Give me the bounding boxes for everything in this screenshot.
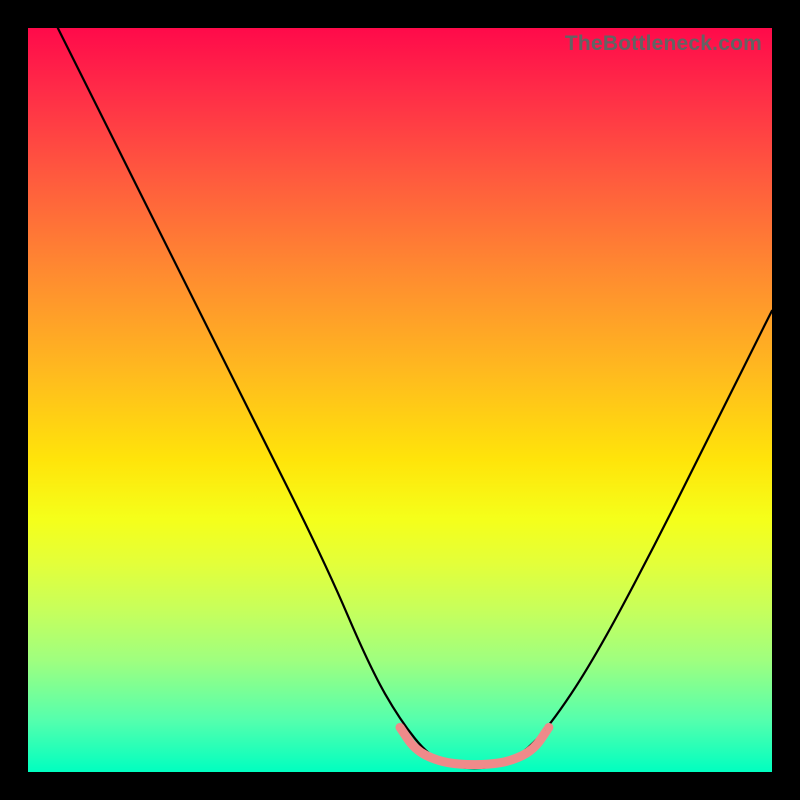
bottleneck-curve (58, 28, 772, 768)
chart-svg (28, 28, 772, 772)
plot-area: TheBottleneck.com (28, 28, 772, 772)
chart-frame: TheBottleneck.com (0, 0, 800, 800)
